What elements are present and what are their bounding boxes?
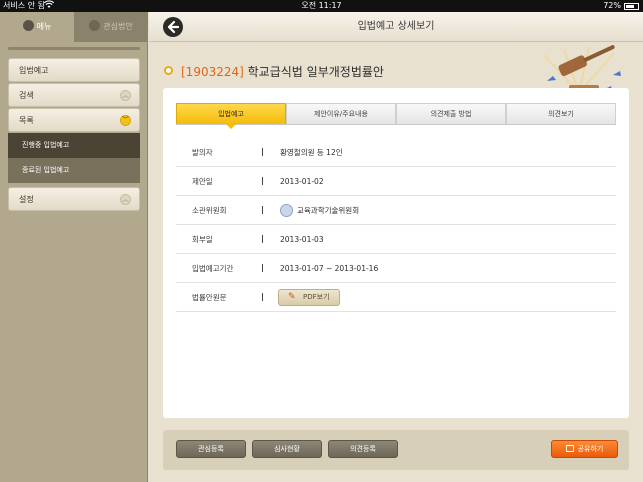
sidebar-item-label: 입법예고 bbox=[19, 66, 49, 75]
separator bbox=[262, 177, 263, 185]
sidebar-item-label: 설정 bbox=[19, 195, 34, 204]
register-opinion-button[interactable]: 의견등록 bbox=[328, 440, 398, 458]
clock: 오전 11:17 bbox=[301, 1, 342, 10]
table-row: 입법예고기간 2013-01-07 ~ 2013-01-16 bbox=[176, 254, 616, 283]
table-row: 회부일 2013-01-03 bbox=[176, 225, 616, 254]
tab-reasons[interactable]: 제안이유/주요내용 bbox=[286, 103, 396, 124]
status-bar: 서비스 안 됨 오전 11:17 72% bbox=[0, 0, 643, 12]
sidebar-item-settings[interactable]: 설정 ︿ bbox=[8, 187, 140, 211]
sidebar-item-label: 검색 bbox=[19, 91, 34, 100]
tab-favorites[interactable]: 관심법안 bbox=[74, 12, 148, 42]
navigation-bar: 입법예고 상세보기 bbox=[149, 12, 643, 42]
sidebar-subitem-label: 진행중 입법예고 bbox=[22, 141, 70, 149]
notice-period-value: 2013-01-07 ~ 2013-01-16 bbox=[280, 264, 379, 273]
tab-favorites-label: 관심법안 bbox=[103, 22, 133, 31]
tab-how-to-submit[interactable]: 의견제출 방법 bbox=[396, 103, 506, 124]
proposer-value: 황영철의원 등 12인 bbox=[280, 148, 343, 157]
detail-tabs: 입법예고 제안이유/주요내용 의견제출 방법 의견보기 bbox=[176, 103, 616, 129]
chevron-up-icon: ︿ bbox=[120, 194, 131, 205]
detail-card: 입법예고 제안이유/주요내용 의견제출 방법 의견보기 발의자 황영철의원 등 … bbox=[163, 88, 629, 418]
separator bbox=[262, 235, 263, 243]
pdf-icon: ✎ bbox=[288, 292, 296, 302]
menu-icon bbox=[22, 20, 34, 31]
table-row: 발의자 황영철의원 등 12인 bbox=[176, 138, 616, 167]
committee-name: 교육과학기술위원회 bbox=[297, 206, 360, 215]
add-interest-button[interactable]: 관심등록 bbox=[176, 440, 246, 458]
committee-icon bbox=[280, 203, 293, 217]
separator bbox=[262, 148, 263, 156]
proposer-label: 발의자 bbox=[192, 148, 213, 157]
sidebar-item-list[interactable]: 목록 ﹀ bbox=[8, 108, 140, 132]
bill-title: [1903224] 학교급식법 일부개정법률안 bbox=[181, 63, 384, 80]
share-label: 공유하기 bbox=[577, 445, 604, 453]
sidebar-subitem-label: 종료된 입법예고 bbox=[22, 166, 70, 174]
bill-name: 학교급식법 일부개정법률안 bbox=[247, 65, 384, 79]
pdf-view-button[interactable]: ✎ PDF보기 bbox=[278, 289, 340, 306]
sidebar-item-search[interactable]: 검색 ︿ bbox=[8, 83, 140, 107]
tab-notice[interactable]: 입법예고 bbox=[176, 103, 286, 129]
referral-date-label: 회부일 bbox=[192, 235, 213, 244]
tab-pointer bbox=[226, 124, 236, 129]
proposed-date-value: 2013-01-02 bbox=[280, 177, 324, 186]
action-bar: 관심등록 심사현황 의견등록 공유하기 bbox=[163, 430, 629, 470]
notice-period-label: 입법예고기간 bbox=[192, 264, 234, 273]
pdf-button-label: PDF보기 bbox=[303, 293, 330, 301]
tab-label: 입법예고 bbox=[218, 110, 244, 118]
table-row: 제안일 2013-01-02 bbox=[176, 167, 616, 196]
referral-date-value: 2013-01-03 bbox=[280, 235, 324, 244]
table-row: 소관위원회 교육과학기술위원회 bbox=[176, 196, 616, 225]
sidebar-subitem-ongoing[interactable]: 진행중 입법예고 bbox=[8, 133, 140, 158]
committee-value: 교육과학기술위원회 bbox=[280, 196, 359, 225]
sidebar: 메뉴 관심법안 입법예고 검색 ︿ 목록 ﹀ 진행중 입법예고 종료된 입법예고… bbox=[0, 12, 148, 482]
share-icon bbox=[565, 444, 574, 452]
table-row: 법률안원문 ✎ PDF보기 bbox=[176, 283, 616, 312]
bill-text-label: 법률안원문 bbox=[192, 293, 227, 302]
sidebar-menu: 입법예고 검색 ︿ 목록 ﹀ 진행중 입법예고 종료된 입법예고 설정 ︿ bbox=[8, 58, 140, 212]
proposed-date-label: 제안일 bbox=[192, 177, 213, 186]
tab-menu[interactable]: 메뉴 bbox=[0, 12, 74, 42]
divider bbox=[8, 47, 140, 50]
tab-menu-label: 메뉴 bbox=[36, 22, 52, 31]
committee-label: 소관위원회 bbox=[192, 206, 227, 215]
detail-table: 발의자 황영철의원 등 12인 제안일 2013-01-02 소관위원회 교육과… bbox=[176, 138, 616, 312]
tab-label: 의견제출 방법 bbox=[430, 110, 472, 118]
main-panel: 입법예고 상세보기 [1903224] 학교급식법 일부개정법률안 입법예고 제… bbox=[149, 12, 643, 482]
separator bbox=[262, 206, 263, 214]
page-title: 입법예고 상세보기 bbox=[357, 21, 435, 32]
review-status-button[interactable]: 심사현황 bbox=[252, 440, 322, 458]
profile-icon bbox=[89, 20, 101, 31]
chevron-down-icon: ﹀ bbox=[120, 115, 131, 126]
bill-number: [1903224] bbox=[181, 65, 244, 79]
battery-percent: 72% bbox=[603, 1, 621, 10]
separator bbox=[262, 264, 263, 272]
share-button[interactable]: 공유하기 bbox=[551, 440, 618, 458]
battery-icon bbox=[624, 3, 639, 10]
separator bbox=[262, 293, 263, 301]
chevron-up-icon: ︿ bbox=[120, 90, 131, 101]
tab-label: 의견보기 bbox=[548, 110, 574, 118]
bullet-icon bbox=[164, 66, 173, 75]
sidebar-tabs: 메뉴 관심법안 bbox=[0, 12, 148, 42]
sidebar-item-legislative-notice[interactable]: 입법예고 bbox=[8, 58, 140, 82]
sidebar-item-label: 목록 bbox=[19, 116, 34, 125]
tab-view-opinions[interactable]: 의견보기 bbox=[506, 103, 616, 124]
tab-label: 제안이유/주요내용 bbox=[314, 110, 368, 118]
sidebar-subitem-closed[interactable]: 종료된 입법예고 bbox=[8, 158, 140, 183]
